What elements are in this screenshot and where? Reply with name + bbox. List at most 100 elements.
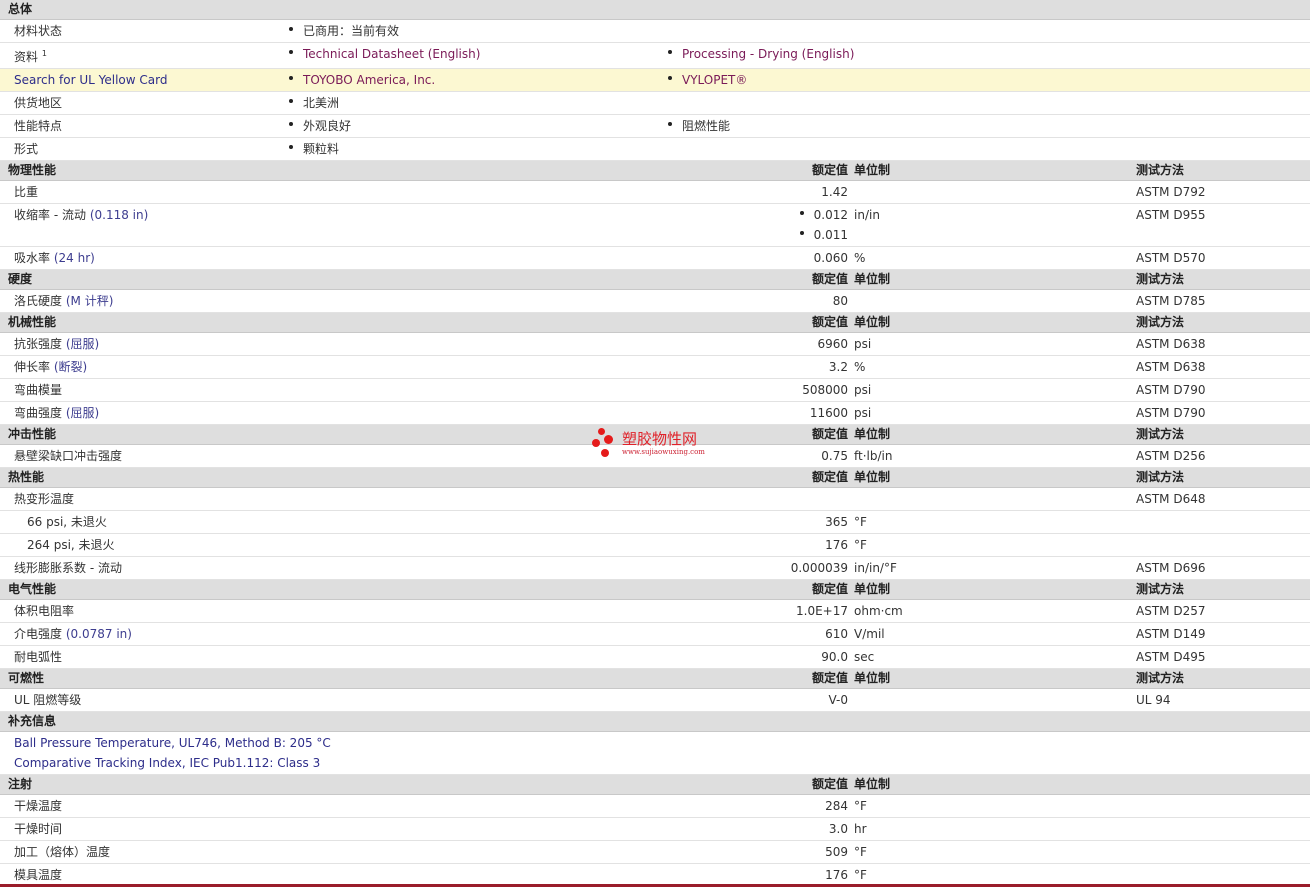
table-row: 吸水率 (24 hr) 0.060 % ASTM D570 — [0, 246, 1310, 270]
row-method: UL 94 — [1136, 688, 1310, 712]
header-unit: 单位制 — [854, 160, 1136, 181]
row-unit: °F — [854, 794, 1136, 818]
table-row: 热变形温度 ASTM D648 — [0, 487, 1310, 511]
row-value: 365 — [666, 510, 854, 534]
supplement-row: Ball Pressure Temperature, UL746, Method… — [0, 731, 1310, 775]
header-method: 测试方法 — [1136, 312, 1310, 333]
row-label: 悬壁梁缺口冲击强度 — [0, 444, 666, 468]
section-title: 热性能 — [0, 467, 666, 488]
section-overview: 总体 — [0, 0, 1310, 20]
logo-dot-icon — [601, 449, 609, 457]
header-unit: 单位制 — [854, 774, 1136, 795]
toyobo-link[interactable]: TOYOBO America, Inc. — [303, 73, 435, 87]
row-value: 已商用：当前有效 — [303, 24, 400, 38]
row-label: 弯曲模量 — [0, 378, 666, 402]
processing-drying-link[interactable]: Processing - Drying (English) — [682, 47, 854, 61]
row-value: 80 — [666, 289, 854, 313]
table-row: 弯曲强度 (屈服) 11600 psi ASTM D790 — [0, 401, 1310, 425]
row-value: 11600 — [666, 401, 854, 425]
header-method: 测试方法 — [1136, 424, 1310, 445]
row-value: 阻燃性能 — [682, 119, 731, 133]
logo-dot-icon — [604, 435, 613, 444]
header-unit: 单位制 — [854, 668, 1136, 689]
table-row: 体积电阻率 1.0E+17 ohm·cm ASTM D257 — [0, 599, 1310, 623]
row-label: 干燥时间 — [0, 817, 666, 841]
section-title: 可燃性 — [0, 668, 666, 689]
header-nominal: 额定值 — [666, 668, 854, 689]
row-label: UL 阻燃等级 — [0, 688, 666, 712]
row-form: 形式 颗粒料 — [0, 137, 1310, 161]
table-row: 264 psi, 未退火 176 °F — [0, 533, 1310, 557]
table-row: 干燥温度 284 °F — [0, 794, 1310, 818]
table-row: 比重 1.42 ASTM D792 — [0, 180, 1310, 204]
technical-datasheet-link[interactable]: Technical Datasheet (English) — [303, 47, 480, 61]
row-value: 6960 — [666, 332, 854, 356]
row-value: 3.2 — [666, 355, 854, 379]
section-flammability: 可燃性 额定值 单位制 测试方法 — [0, 668, 1310, 689]
row-material-status: 材料状态 已商用：当前有效 — [0, 19, 1310, 43]
row-value: 610 — [666, 622, 854, 646]
row-method: ASTM D792 — [1136, 180, 1310, 204]
row-method: ASTM D257 — [1136, 599, 1310, 623]
row-unit: V/mil — [854, 622, 1136, 646]
vylopet-link[interactable]: VYLOPET® — [682, 73, 747, 87]
header-nominal: 额定值 — [666, 160, 854, 181]
section-title: 补充信息 — [0, 711, 1310, 732]
row-value: 北美洲 — [303, 96, 340, 110]
header-method: 测试方法 — [1136, 269, 1310, 290]
header-method: 测试方法 — [1136, 467, 1310, 488]
header-nominal: 额定值 — [666, 467, 854, 488]
table-row: 介电强度 (0.0787 in) 610 V/mil ASTM D149 — [0, 622, 1310, 646]
row-method: ASTM D790 — [1136, 401, 1310, 425]
header-nominal: 额定值 — [666, 774, 854, 795]
row-unit: °F — [854, 533, 1136, 557]
row-unit: hr — [854, 817, 1136, 841]
watermark-url: www.sujiaowuxing.com — [622, 448, 705, 456]
row-label: 线形膨胀系数 - 流动 — [0, 556, 666, 580]
row-label: 材料状态 — [0, 19, 287, 43]
row-value: 外观良好 — [303, 119, 352, 133]
section-title: 硬度 — [0, 269, 666, 290]
row-label: 热变形温度 — [0, 487, 666, 511]
row-method: ASTM D638 — [1136, 355, 1310, 379]
section-title: 电气性能 — [0, 579, 666, 600]
ul-yellow-card-link[interactable]: Search for UL Yellow Card — [0, 68, 287, 92]
row-method: ASTM D149 — [1136, 622, 1310, 646]
row-value: 1.0E+17 — [666, 599, 854, 623]
row-label: 264 psi, 未退火 — [0, 533, 666, 557]
section-mechanical: 机械性能 额定值 单位制 测试方法 — [0, 312, 1310, 333]
supplement-line: Comparative Tracking Index, IEC Pub1.112… — [14, 756, 321, 770]
header-nominal: 额定值 — [666, 579, 854, 600]
section-injection: 注射 额定值 单位制 — [0, 774, 1310, 795]
table-row: 弯曲模量 508000 psi ASTM D790 — [0, 378, 1310, 402]
row-method: ASTM D256 — [1136, 444, 1310, 468]
header-unit: 单位制 — [854, 424, 1136, 445]
row-label: 吸水率 (24 hr) — [0, 246, 666, 270]
row-unit: psi — [854, 332, 1136, 356]
row-method: ASTM D696 — [1136, 556, 1310, 580]
row-label: 介电强度 (0.0787 in) — [0, 622, 666, 646]
row-unit: sec — [854, 645, 1136, 669]
row-method: ASTM D570 — [1136, 246, 1310, 270]
table-row: 抗张强度 (屈服) 6960 psi ASTM D638 — [0, 332, 1310, 356]
row-value: 0.060 — [666, 246, 854, 270]
table-row: 加工（熔体）温度 509 °F — [0, 840, 1310, 864]
footnote-marker: 1 — [41, 49, 47, 58]
logo-dot-icon — [598, 428, 605, 435]
row-unit: °F — [854, 510, 1136, 534]
row-method: ASTM D785 — [1136, 289, 1310, 313]
row-ul-yellow-card: Search for UL Yellow Card TOYOBO America… — [0, 68, 1310, 92]
row-unit: in/in/°F — [854, 556, 1136, 580]
header-method: 测试方法 — [1136, 160, 1310, 181]
section-hardness: 硬度 额定值 单位制 测试方法 — [0, 269, 1310, 290]
section-electrical: 电气性能 额定值 单位制 测试方法 — [0, 579, 1310, 600]
row-value: 90.0 — [666, 645, 854, 669]
section-title: 物理性能 — [0, 160, 666, 181]
row-unit — [854, 688, 1136, 712]
row-value: V-0 — [666, 688, 854, 712]
row-label: 66 psi, 未退火 — [0, 510, 666, 534]
row-value: 176 — [666, 533, 854, 557]
row-unit — [854, 289, 1136, 313]
table-row-shrinkage: 收缩率 - 流动 (0.118 in) 0.012 0.011 in/in AS… — [0, 203, 1310, 247]
table-row: 伸长率 (断裂) 3.2 % ASTM D638 — [0, 355, 1310, 379]
